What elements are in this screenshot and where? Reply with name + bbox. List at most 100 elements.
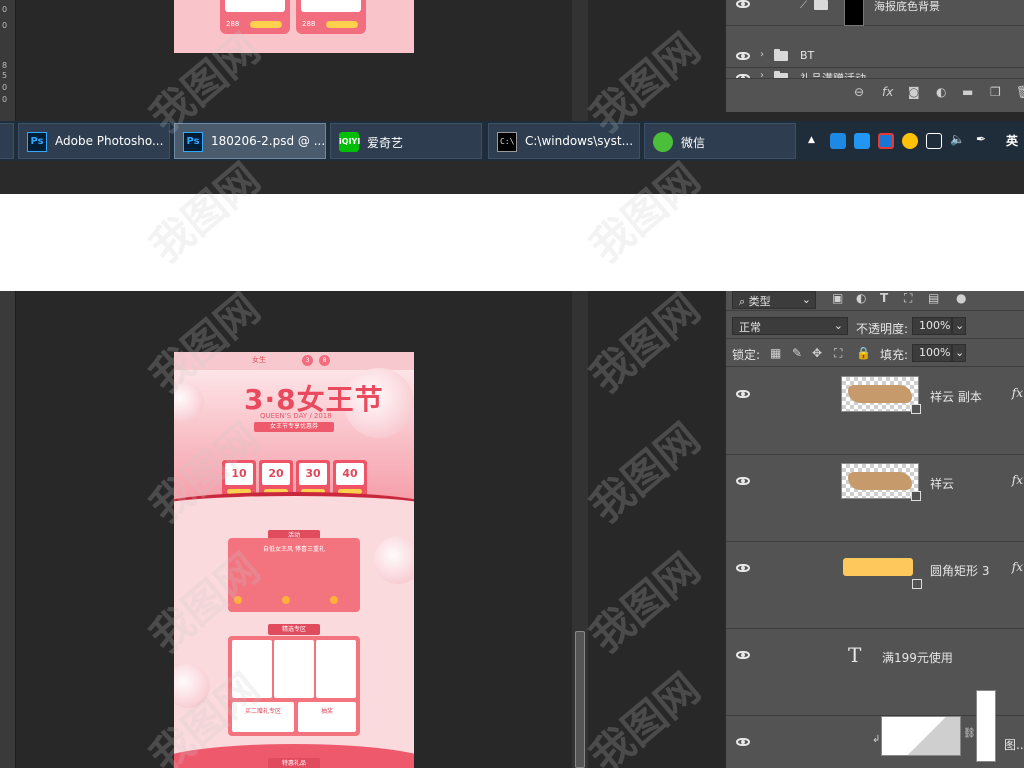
layer-row[interactable]: 祥云 副本 fx	[726, 368, 1024, 455]
filter-kind-select[interactable]: ⌕ 类型 ⌄	[732, 291, 816, 309]
shape-filter-icon[interactable]: ⛶	[904, 291, 912, 306]
promo-card: 买二赠礼专区	[232, 702, 294, 732]
taskbar-item-iqiyi[interactable]: iQIYI 爱奇艺	[330, 123, 482, 159]
fx-icon[interactable]: fx	[882, 85, 893, 99]
layer-name: 圆角矩形 3	[930, 564, 990, 578]
eye-icon[interactable]	[736, 564, 750, 572]
taskbar-item-wechat[interactable]: 微信	[644, 123, 796, 159]
adjustment-icon[interactable]: ◐	[936, 85, 946, 99]
system-tray: ▲ 🔈 ✒ 英	[800, 121, 1024, 161]
text-layer-icon: T	[848, 643, 862, 667]
layer-name: 图...	[1004, 738, 1024, 752]
chevron-down-icon[interactable]: ⌄	[952, 344, 966, 362]
fx-icon[interactable]: fx	[1012, 473, 1023, 487]
photoshop-icon: Ps	[183, 132, 203, 152]
layer-name: 祥云 副本	[930, 390, 982, 404]
image-filter-icon[interactable]: ▣	[832, 291, 843, 305]
taskbar-item-partial[interactable]	[0, 123, 14, 159]
banner-subtitle: QUEEN'S DAY / 2018	[260, 412, 332, 420]
taskbar-item-label: C:\windows\syst...	[525, 134, 634, 148]
layer-thumbnail	[844, 0, 864, 26]
taskbar-item-cmd[interactable]: C:\ C:\windows\syst...	[488, 123, 640, 159]
lock-all-icon[interactable]: 🔒	[856, 346, 871, 360]
canvas-scrollbar[interactable]	[572, 291, 588, 768]
layers-panel-top: ⟋ 海报底色背景 › BT › 礼品满赠活动 ⊖ fx ◙ ◐ ▬ ❐ 🗑	[725, 0, 1024, 112]
coupon-price: 288	[302, 20, 316, 28]
lock-transparent-icon[interactable]: ▦	[770, 346, 781, 360]
eye-icon[interactable]	[736, 477, 750, 485]
new-layer-icon[interactable]: ❐	[990, 85, 1001, 99]
volume-icon[interactable]: 🔈	[950, 132, 965, 146]
taskbar-item-photoshop[interactable]: Ps Adobe Photosho...	[18, 123, 170, 159]
pen-icon[interactable]: ✒	[976, 132, 986, 146]
coupon-value: 20	[262, 463, 290, 485]
eye-icon[interactable]	[736, 0, 750, 8]
ruler-tick: 8	[2, 61, 8, 70]
fill-input[interactable]: 100%	[912, 344, 952, 362]
opacity-input[interactable]: 100%	[912, 317, 952, 335]
vertical-ruler	[0, 291, 16, 768]
lock-label: 锁定:	[732, 348, 761, 362]
app-c-icon[interactable]	[854, 133, 870, 149]
promo-card: 抽奖	[298, 702, 356, 732]
coupon-value: 40	[336, 463, 364, 485]
scrollbar-thumb[interactable]	[575, 631, 585, 768]
folder-icon	[774, 49, 788, 61]
type-filter-icon[interactable]: T	[880, 291, 888, 305]
red-wave-divider	[174, 492, 414, 522]
canvas-scrollbar[interactable]	[572, 0, 588, 121]
opacity-label: 不透明度:	[856, 322, 909, 336]
smart-object-filter-icon[interactable]: ▤	[928, 291, 939, 305]
layer-row[interactable]: ↲ ⛓ 图...	[726, 690, 1024, 768]
product-card	[232, 640, 272, 698]
network-icon[interactable]	[926, 133, 942, 149]
taskbar-item-label: Adobe Photosho...	[55, 134, 164, 148]
fx-icon[interactable]: fx	[1012, 386, 1023, 400]
lock-move-icon[interactable]: ✥	[812, 346, 822, 360]
eye-icon[interactable]	[736, 52, 750, 60]
fx-icon[interactable]: fx	[1012, 560, 1023, 574]
show-hidden-icons-button[interactable]: ▲	[808, 135, 815, 145]
ime-indicator[interactable]: 英	[1006, 132, 1018, 149]
link-icon[interactable]: ⊖	[854, 85, 864, 99]
layer-filter-row: ⌕ 类型 ⌄ ▣ ◐ T ⛶ ▤ ●	[726, 291, 1024, 311]
layer-row[interactable]: 祥云 fx	[726, 455, 1024, 542]
chevron-right-icon[interactable]: ›	[760, 49, 764, 60]
mask-icon[interactable]: ◙	[908, 85, 920, 99]
taskbar-item-psd[interactable]: Ps 180206-2.psd @ ...	[174, 123, 326, 159]
blend-row: 正常 ⌄ 不透明度: 100% ⌄	[726, 315, 1024, 339]
layer-group-row[interactable]: › BT	[726, 44, 1024, 68]
layer-name: 满199元使用	[882, 651, 953, 665]
ruler-tick: 0	[2, 95, 8, 104]
header-badge: 3	[302, 355, 313, 366]
adjustment-filter-icon[interactable]: ◐	[856, 291, 866, 305]
chevron-down-icon[interactable]: ⌄	[952, 317, 966, 335]
layer-row[interactable]: ⟋ 海报底色背景	[726, 0, 1024, 26]
filter-toggle-icon[interactable]: ●	[956, 291, 966, 305]
document-canvas-bottom[interactable]: 288 288	[174, 0, 414, 53]
mail-icon[interactable]	[830, 133, 846, 149]
blend-mode-select[interactable]: 正常 ⌄	[732, 317, 848, 335]
lock-artboard-icon[interactable]: ⛶	[834, 346, 842, 361]
layer-name: BT	[800, 49, 815, 62]
trash-icon[interactable]: 🗑	[1016, 85, 1024, 99]
product-card	[316, 640, 356, 698]
chevron-right-icon[interactable]: ⟋	[800, 0, 807, 11]
screenshot-root: 0 0 8 5 0 0 288 288 ⟋ 海报底色背景 › BT › 礼品满赠…	[0, 0, 1024, 768]
chevron-down-icon: ⌄	[801, 293, 811, 306]
gift-dot	[234, 596, 242, 604]
taskbar-item-label: 微信	[681, 136, 706, 150]
eye-icon[interactable]	[736, 651, 750, 659]
eye-icon[interactable]	[736, 738, 750, 746]
layer-name: 海报底色背景	[874, 0, 940, 13]
eye-icon[interactable]	[736, 390, 750, 398]
document-canvas[interactable]: 女生 3 8 3·8女王节 QUEEN'S DAY / 2018 女王节专享优惠…	[174, 352, 414, 768]
folder-icon[interactable]: ▬	[962, 85, 973, 99]
layer-thumbnail	[841, 463, 921, 501]
link-icon[interactable]: ⛓	[963, 728, 976, 739]
color-ball-icon[interactable]	[902, 133, 918, 149]
coupon-value: 10	[225, 463, 253, 485]
app-c2-icon[interactable]	[878, 133, 894, 149]
lock-paint-icon[interactable]: ✎	[792, 346, 802, 360]
layer-row[interactable]: 圆角矩形 3 fx	[726, 542, 1024, 629]
